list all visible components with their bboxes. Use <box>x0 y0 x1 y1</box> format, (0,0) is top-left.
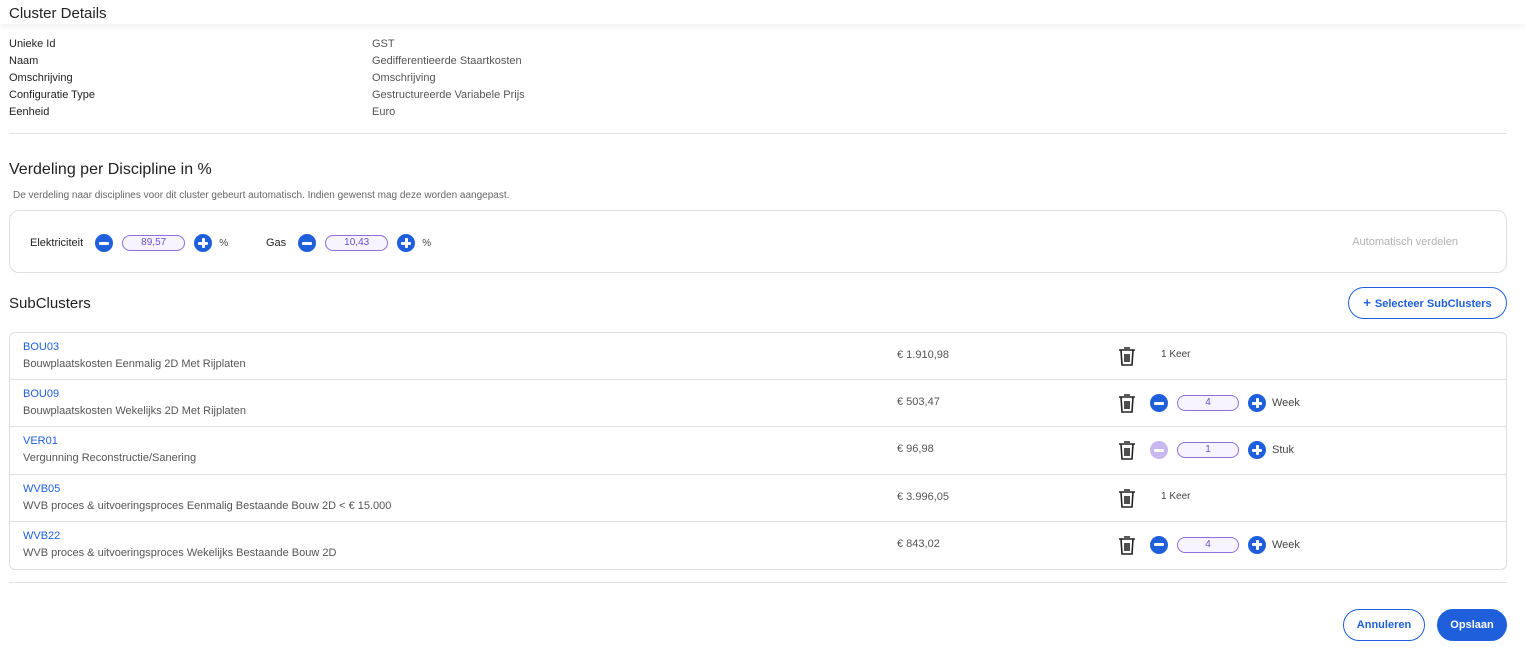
detail-label: Configuratie Type <box>9 89 96 101</box>
select-subclusters-button[interactable]: + Selecteer SubClusters <box>1348 287 1507 319</box>
quantity-input[interactable]: 1 <box>1177 442 1239 459</box>
subcluster-description: Bouwplaatskosten Wekelijks 2D Met Rijpla… <box>23 405 246 418</box>
trash-icon[interactable] <box>1118 393 1136 413</box>
trash-icon[interactable] <box>1118 440 1136 461</box>
detail-label: Eenheid <box>9 106 50 118</box>
increase-button[interactable] <box>1248 441 1266 460</box>
increase-button[interactable] <box>1248 535 1266 554</box>
subcluster-description: WVB proces & uitvoeringsproces Eenmalig … <box>23 499 392 512</box>
distribution-item-elektriciteit: Elektriciteit 89,57 % <box>30 233 228 253</box>
quantity-input[interactable]: 4 <box>1177 536 1239 553</box>
distribution-panel: Elektriciteit 89,57 % Gas 10,43 % Automa… <box>9 210 1507 273</box>
quantity-stepper: 1 Stuk <box>1150 441 1295 460</box>
decrease-button[interactable] <box>95 234 114 252</box>
quantity-input[interactable]: 4 <box>1177 395 1239 412</box>
increase-button[interactable] <box>397 234 416 252</box>
detail-value: Gedifferentieerde Staartkosten <box>372 55 522 67</box>
trash-icon[interactable] <box>1118 535 1136 555</box>
detail-row-omschrijving: Omschrijving Omschrijving <box>9 72 709 89</box>
percentage-input[interactable]: 10,43 <box>325 235 389 251</box>
subclusters-table: BOU03 Bouwplaatskosten Eenmalig 2D Met R… <box>9 332 1507 570</box>
divider <box>9 133 1507 134</box>
subcluster-description: WVB proces & uitvoeringsproces Wekelijks… <box>23 546 337 559</box>
table-row: BOU03 Bouwplaatskosten Eenmalig 2D Met R… <box>10 333 1506 381</box>
detail-value: Gestructureerde Variabele Prijs <box>372 89 525 101</box>
select-subclusters-label: Selecteer SubClusters <box>1374 298 1492 310</box>
subcluster-description: Vergunning Reconstructie/Sanering <box>23 452 197 465</box>
subcluster-code-link[interactable]: BOU09 <box>23 388 59 400</box>
detail-row-eenheid: Eenheid Euro <box>9 106 709 123</box>
subcluster-code-link[interactable]: BOU03 <box>23 341 59 353</box>
cancel-button[interactable]: Annuleren <box>1343 609 1425 641</box>
increase-button[interactable] <box>1248 394 1266 413</box>
subclusters-title: SubClusters <box>9 295 91 312</box>
percent-unit: % <box>219 237 229 249</box>
increase-button[interactable] <box>194 234 213 252</box>
plus-icon: + <box>1363 295 1371 310</box>
decrease-button[interactable] <box>298 234 317 252</box>
quantity-stepper: 4 Week <box>1150 535 1300 554</box>
save-button[interactable]: Opslaan <box>1437 609 1507 641</box>
divider <box>9 582 1507 583</box>
distribution-item-gas: Gas 10,43 % <box>266 233 431 253</box>
quantity-unit: Week <box>1272 397 1300 410</box>
detail-value: Euro <box>372 106 396 118</box>
auto-distribute-link[interactable]: Automatisch verdelen <box>1352 236 1458 248</box>
detail-label: Naam <box>9 55 39 67</box>
quantity-stepper: 4 Week <box>1150 394 1300 413</box>
quantity-text: 1 Keer <box>1161 490 1191 502</box>
decrease-button[interactable] <box>1150 441 1168 460</box>
table-row: VER01 Vergunning Reconstructie/Sanering … <box>10 427 1506 475</box>
detail-row-unieke-id: Unieke Id GST <box>9 38 709 55</box>
detail-label: Unieke Id <box>9 38 56 50</box>
subcluster-price: € 3.996,05 <box>897 490 949 503</box>
page-title: Cluster Details <box>9 5 107 22</box>
subcluster-price: € 503,47 <box>897 396 940 409</box>
percentage-input[interactable]: 89,57 <box>122 235 186 251</box>
subcluster-code-link[interactable]: WVB05 <box>23 483 60 495</box>
quantity-unit: Stuk <box>1272 444 1295 457</box>
subcluster-price: € 843,02 <box>897 537 940 550</box>
table-row: BOU09 Bouwplaatskosten Wekelijks 2D Met … <box>10 380 1506 428</box>
detail-row-configuratie-type: Configuratie Type Gestructureerde Variab… <box>9 89 709 106</box>
trash-icon[interactable] <box>1118 346 1136 366</box>
subcluster-price: € 1.910,98 <box>897 349 949 361</box>
subcluster-code-link[interactable]: WVB22 <box>23 530 60 542</box>
distribution-title: Verdeling per Discipline in % <box>9 161 212 178</box>
subcluster-code-link[interactable]: VER01 <box>23 435 58 447</box>
detail-value: Omschrijving <box>372 72 436 84</box>
decrease-button[interactable] <box>1150 535 1168 554</box>
distribution-label: Elektriciteit <box>30 237 84 249</box>
subcluster-description: Bouwplaatskosten Eenmalig 2D Met Rijplat… <box>23 358 246 370</box>
detail-label: Omschrijving <box>9 72 73 84</box>
subcluster-price: € 96,98 <box>897 443 934 456</box>
cluster-details-header: Cluster Details <box>0 0 1525 24</box>
decrease-button[interactable] <box>1150 394 1168 413</box>
percent-unit: % <box>422 237 432 249</box>
detail-value: GST <box>372 38 395 50</box>
table-row: WVB05 WVB proces & uitvoeringsproces Een… <box>10 475 1506 522</box>
table-row: WVB22 WVB proces & uitvoeringsproces Wek… <box>10 522 1506 569</box>
distribution-label: Gas <box>266 237 287 249</box>
quantity-unit: Week <box>1272 538 1300 551</box>
distribution-description: De verdeling naar disciplines voor dit c… <box>13 190 510 201</box>
trash-icon[interactable] <box>1118 488 1136 508</box>
cluster-details-list: Unieke Id GST Naam Gedifferentieerde Sta… <box>9 38 709 123</box>
detail-row-naam: Naam Gedifferentieerde Staartkosten <box>9 55 709 72</box>
quantity-text: 1 Keer <box>1161 349 1191 360</box>
